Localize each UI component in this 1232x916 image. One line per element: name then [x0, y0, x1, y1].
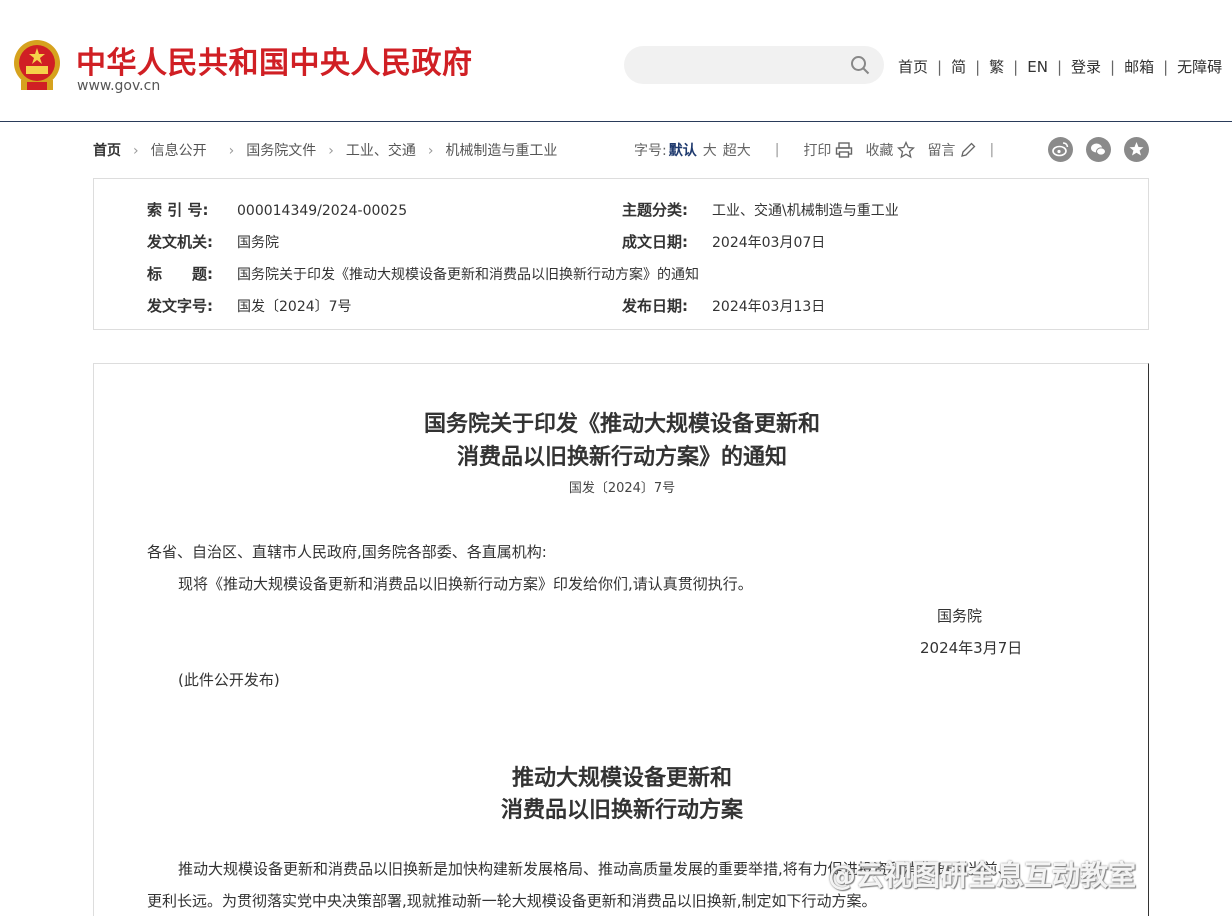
printer-icon[interactable]	[835, 141, 853, 159]
breadcrumb-state-council-docs[interactable]: 国务院文件	[246, 143, 316, 159]
meta-category: 主题分类: 工业、交通\机械制造与重工业	[622, 199, 899, 220]
toolbar-separator: |	[989, 142, 995, 158]
plan-title-line-1: 推动大规模设备更新和	[511, 765, 732, 791]
font-size-label: 字号:	[634, 143, 667, 159]
meta-index-number: 索 引 号: 000014349/2024-00025	[147, 199, 407, 220]
meta-key: 标 题:	[147, 265, 213, 283]
meta-key: 主题分类:	[622, 201, 688, 219]
pencil-icon[interactable]	[959, 141, 977, 159]
article-public-note: (此件公开发布)	[178, 671, 280, 689]
meta-key: 索 引 号:	[147, 201, 209, 219]
meta-value: 国务院	[237, 235, 279, 251]
meta-value: 工业、交通\机械制造与重工业	[712, 203, 899, 219]
meta-published-date: 发布日期: 2024年03月13日	[622, 295, 825, 316]
chevron-right-icon: ›	[328, 143, 334, 159]
chevron-right-icon: ›	[133, 143, 139, 159]
star-icon[interactable]	[897, 141, 916, 159]
comment-button[interactable]: 留言	[927, 140, 955, 160]
font-size-default[interactable]: 默认	[669, 140, 697, 160]
print-button[interactable]: 打印	[803, 140, 831, 160]
national-emblem-icon[interactable]	[11, 38, 63, 94]
nav-separator: |	[1163, 57, 1169, 76]
search-icon[interactable]	[850, 55, 870, 75]
meta-key: 发布日期:	[622, 297, 688, 315]
site-header: 中华人民共和国中央人民政府 www.gov.cn 首页 | 简 | 繁 | EN | 登…	[0, 0, 1232, 122]
article-addressee: 各省、自治区、直辖市人民政府,国务院各部委、各直属机构:	[147, 543, 547, 561]
nav-separator: |	[975, 57, 981, 76]
wechat-share-icon[interactable]	[1086, 137, 1111, 162]
nav-separator: |	[1056, 57, 1062, 76]
breadcrumb-info-public[interactable]: 信息公开	[151, 143, 207, 159]
meta-value: 国务院关于印发《推动大规模设备更新和消费品以旧换新行动方案》的通知	[237, 267, 699, 283]
nav-english[interactable]: EN	[1027, 58, 1048, 76]
article-title-line-2: 消费品以旧换新行动方案》的通知	[456, 444, 787, 470]
favorite-button[interactable]: 收藏	[865, 140, 893, 160]
bookmark-share-icon[interactable]	[1124, 137, 1149, 162]
breadcrumb-industry-transport[interactable]: 工业、交通	[346, 143, 416, 159]
nav-separator: |	[1013, 57, 1019, 76]
article-doc-number: 国发〔2024〕7号	[568, 481, 676, 496]
meta-doc-number: 发文字号: 国发〔2024〕7号	[147, 295, 352, 316]
nav-login[interactable]: 登录	[1071, 56, 1101, 77]
nav-home[interactable]: 首页	[898, 56, 928, 77]
top-nav: 首页 | 简 | 繁 | EN | 登录 | 邮箱 | 无障碍	[898, 56, 1222, 77]
meta-value: 2024年03月07日	[712, 235, 826, 251]
weibo-share-icon[interactable]	[1048, 137, 1073, 162]
site-title[interactable]: 中华人民共和国中央人民政府	[76, 38, 473, 82]
nav-simplified[interactable]: 简	[951, 56, 966, 77]
font-size-xlarge[interactable]: 超大	[723, 140, 751, 160]
document-meta-box: 索 引 号: 000014349/2024-00025 主题分类: 工业、交通\机械…	[93, 178, 1149, 330]
plan-title-line-2: 消费品以旧换新行动方案	[500, 797, 743, 823]
article-title-line-1: 国务院关于印发《推动大规模设备更新和	[423, 411, 820, 437]
nav-traditional[interactable]: 繁	[989, 56, 1004, 77]
meta-issuer: 发文机关: 国务院	[147, 231, 279, 252]
meta-key: 发文机关:	[147, 233, 213, 251]
search-input[interactable]	[642, 54, 842, 76]
breadcrumb-machinery[interactable]: 机械制造与重工业	[445, 143, 557, 159]
nav-separator: |	[1110, 57, 1116, 76]
site-url[interactable]: www.gov.cn	[77, 78, 160, 94]
meta-key: 成文日期:	[622, 233, 688, 251]
article-body-text: 现将《推动大规模设备更新和消费品以旧换新行动方案》印发给你们,请认真贯彻执行。	[178, 575, 753, 593]
watermark: @云视图研全息互动教室	[828, 859, 1137, 892]
meta-value: 2024年03月13日	[712, 299, 826, 315]
meta-value: 000014349/2024-00025	[237, 203, 408, 219]
breadcrumb-home[interactable]: 首页	[93, 143, 121, 159]
plan-paragraph-2: 更利长远。为贯彻落实党中央决策部署,现就推动新一轮大规模设备更新和消费品以旧换新…	[147, 892, 877, 910]
article-toolbar: 字号: 默认 大 超大 | 打印 收藏 留言 |	[634, 140, 994, 160]
font-size-large[interactable]: 大	[703, 140, 717, 160]
article-sign-date: 2024年3月7日	[920, 639, 1023, 657]
meta-created-date: 成文日期: 2024年03月07日	[622, 231, 825, 252]
toolbar-separator: |	[774, 142, 780, 158]
chevron-right-icon: ›	[228, 143, 235, 159]
nav-accessibility[interactable]: 无障碍	[1177, 56, 1222, 77]
nav-separator: |	[937, 57, 943, 76]
meta-title: 标 题: 国务院关于印发《推动大规模设备更新和消费品以旧换新行动方案》的通知	[147, 263, 699, 284]
article-body: 国务院关于印发《推动大规模设备更新和 消费品以旧换新行动方案》的通知 国发〔20…	[93, 363, 1149, 916]
breadcrumb: 首页 › 信息公开 › 国务院文件 › 工业、交通 › 机械制造与重工业	[93, 140, 557, 160]
article-signer: 国务院	[937, 607, 983, 625]
nav-mailbox[interactable]: 邮箱	[1124, 56, 1154, 77]
chevron-right-icon: ›	[427, 143, 434, 159]
meta-value: 国发〔2024〕7号	[237, 299, 352, 315]
meta-key: 发文字号:	[147, 297, 213, 315]
search-box	[624, 46, 884, 84]
